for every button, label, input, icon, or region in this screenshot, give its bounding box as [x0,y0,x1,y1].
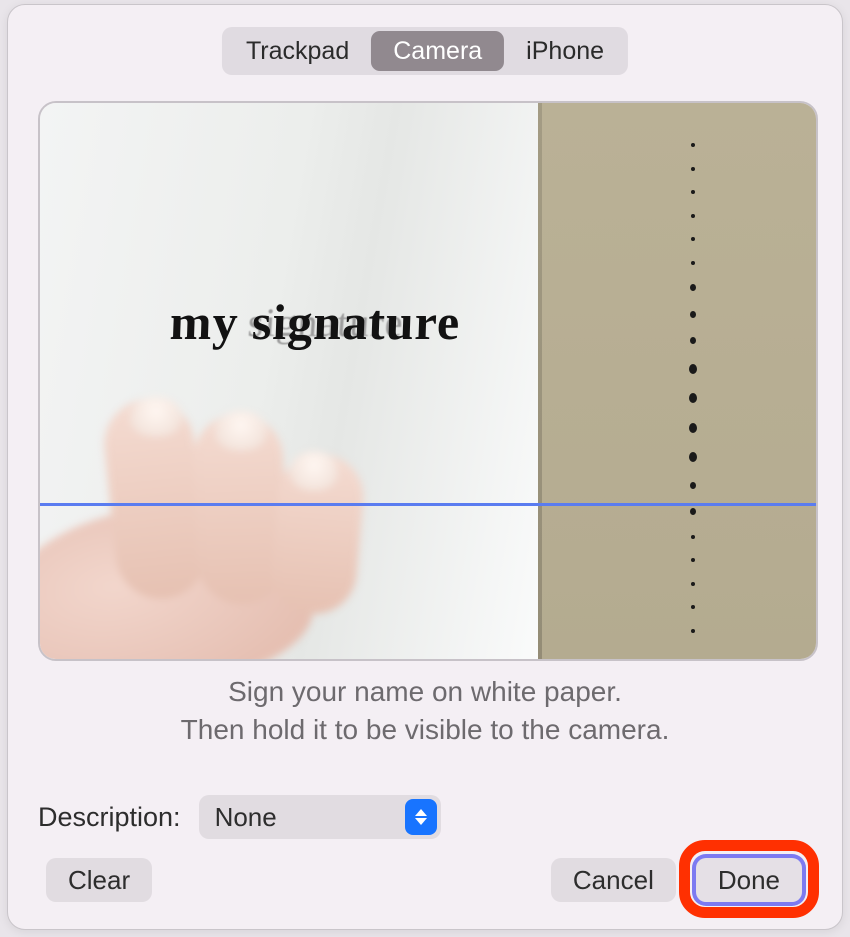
description-label: Description: [38,802,181,833]
input-mode-segmented: Trackpad Camera iPhone [222,27,628,75]
preview-paper-area [40,103,538,659]
description-value: None [215,802,277,833]
chevron-down-icon [415,818,427,825]
tab-camera[interactable]: Camera [371,31,504,71]
tab-iphone[interactable]: iPhone [504,31,626,71]
baseline-guide [40,503,816,506]
preview-background-area [538,103,816,659]
select-stepper-icon [405,799,437,835]
done-button[interactable]: Done [696,858,802,902]
instructions-text: Sign your name on white paper. Then hold… [8,673,842,749]
instructions-line1: Sign your name on white paper. [8,673,842,711]
description-row: Description: None [38,795,441,839]
signature-capture-panel: Trackpad Camera iPhone signature my sign… [7,4,843,930]
done-button-highlight: Done [694,856,804,904]
clear-button[interactable]: Clear [46,858,152,902]
camera-preview: signature my signature [38,101,818,661]
chevron-up-icon [415,809,427,816]
description-select[interactable]: None [199,795,441,839]
button-row: Clear Cancel Done [46,853,804,907]
cancel-button[interactable]: Cancel [551,858,676,902]
tab-trackpad[interactable]: Trackpad [224,31,371,71]
instructions-line2: Then hold it to be visible to the camera… [8,711,842,749]
